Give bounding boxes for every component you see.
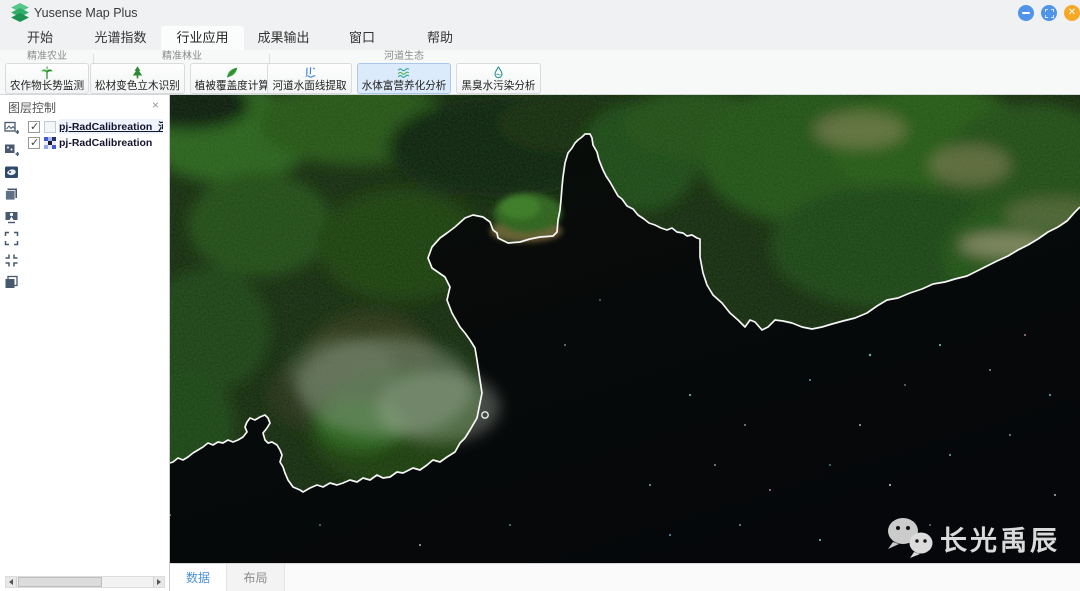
map-canvas: 长光禹辰 [170,95,1080,563]
ribbon-group-precision-agriculture: 精准农业 农作物长势监测 [4,51,90,94]
view-mode-bar: 数据 布局 [170,563,1080,591]
eutrophication-analysis-button[interactable]: 水体富营养化分析 [356,63,452,94]
layer-locate-icon[interactable] [4,209,19,224]
layer-panel-title: 图层控制 [8,101,57,115]
water-surface-line-extraction-button[interactable]: 河道水面线提取 [267,63,352,94]
tab-spectral-index[interactable]: 光谱指数 [80,26,161,50]
menu-tab-row: 开始 光谱指数 行业应用 成果输出 窗口 帮助 [0,26,1080,50]
water-line-icon [302,65,318,80]
layer-name[interactable]: pj-RadCalibreation_河道水 [59,119,163,134]
tab-industry-application[interactable]: 行业应用 [161,26,244,50]
minimize-icon [1022,12,1030,14]
layer-row-radcalibreation[interactable]: ✓ pj-RadCalibreation [28,135,168,150]
ribbon-group-river-ecology: 河道生态 河道水面线提取 水体富营养化分析 黑臭水污染分析 [267,51,541,94]
pine-discoloration-button[interactable]: 松材变色立木识别 [90,63,185,94]
button-label: 松材变色立木识别 [95,80,180,92]
close-icon: ✕ [1067,7,1077,18]
minimize-button[interactable] [1018,5,1034,21]
tab-data[interactable]: 数据 [170,564,227,591]
crop-growth-monitor-button[interactable]: 农作物长势监测 [4,63,90,94]
layer-checkbox[interactable]: ✓ [28,120,40,133]
title-bar: Yusense Map Plus ✕ [0,0,1080,26]
raster-thumbnail-icon [44,136,56,149]
checkbox-check-icon: ✓ [30,136,40,149]
ribbon-group-precision-forestry: 精准林业 松材变色立木识别 植被覆盖度计算 [90,51,274,94]
maximize-button[interactable] [1041,5,1057,21]
layer-tree: ✓ pj-RadCalibreation_河道水 ✓ pj-RadCalibre… [28,119,168,151]
tab-window[interactable]: 窗口 [323,26,401,50]
ribbon-group-title: 精准农业 [27,51,67,62]
scrollbar-thumb[interactable] [18,577,102,587]
vegetation-cover-icon [224,65,240,80]
button-label: 农作物长势监测 [9,80,85,92]
tab-layout[interactable]: 布局 [227,564,285,591]
tab-result-output[interactable]: 成果输出 [244,26,323,50]
pine-tree-icon [130,65,145,80]
add-vector-layer-icon[interactable] [4,143,19,158]
main-area: 图层控制 × ✓ pj-RadCalibreation_ ✓ pj-RadCal… [0,95,1080,591]
black-odor-water-analysis-button[interactable]: 黑臭水污染分析 [456,63,541,94]
map-view[interactable]: 长光禹辰 [170,95,1080,563]
tab-home[interactable]: 开始 [0,26,80,50]
layer-panel-header: 图层控制 × [0,95,169,117]
add-image-layer-icon[interactable] [3,121,19,136]
layer-name[interactable]: pj-RadCalibreation [59,137,152,149]
layer-tool-strip [2,121,20,290]
close-button[interactable]: ✕ [1064,5,1080,21]
layer-checkbox[interactable]: ✓ [28,136,40,149]
zoom-full-extent-icon[interactable] [4,231,19,246]
watermark-text: 长光禹辰 [940,526,1060,556]
yusense-map-plus-window: { "window": { "title": "Yusense Map Plus… [0,0,1080,591]
maximize-icon [1044,8,1054,18]
vegetation-coverage-button[interactable]: 植被覆盖度计算 [189,63,274,94]
scroll-right-arrow-icon[interactable] [153,577,164,587]
ribbon-group-title: 精准林业 [162,51,202,62]
button-label: 植被覆盖度计算 [194,80,269,92]
eutrophication-icon [396,65,412,80]
crop-growth-icon [39,65,55,80]
button-label: 黑臭水污染分析 [461,80,536,92]
tab-help[interactable]: 帮助 [401,26,479,50]
layer-control-panel: 图层控制 × ✓ pj-RadCalibreation_ ✓ pj-RadCal… [0,95,170,591]
checkbox-check-icon: ✓ [30,120,40,133]
vector-layer-swatch-icon [44,120,56,133]
window-title: Yusense Map Plus [34,6,138,20]
zoom-collapse-icon[interactable] [4,253,19,268]
copy-layer-icon[interactable] [4,275,19,290]
app-logo-icon [9,3,31,26]
layer-row-water-line[interactable]: ✓ pj-RadCalibreation_河道水 [28,119,168,134]
button-label: 河道水面线提取 [272,80,347,92]
ribbon: 精准农业 农作物长势监测 精准林业 松材变色立木识别 植被覆盖度计算 河道生态 … [0,50,1080,95]
panel-close-icon[interactable]: × [152,98,159,112]
button-label: 水体富营养化分析 [361,80,447,92]
black-odor-water-icon [491,65,506,80]
scroll-left-arrow-icon[interactable] [6,577,17,587]
layers-icon[interactable] [4,187,19,202]
basemap-icon[interactable] [4,165,19,180]
panel-horizontal-scrollbar[interactable] [5,576,165,588]
ribbon-group-title: 河道生态 [384,51,424,62]
